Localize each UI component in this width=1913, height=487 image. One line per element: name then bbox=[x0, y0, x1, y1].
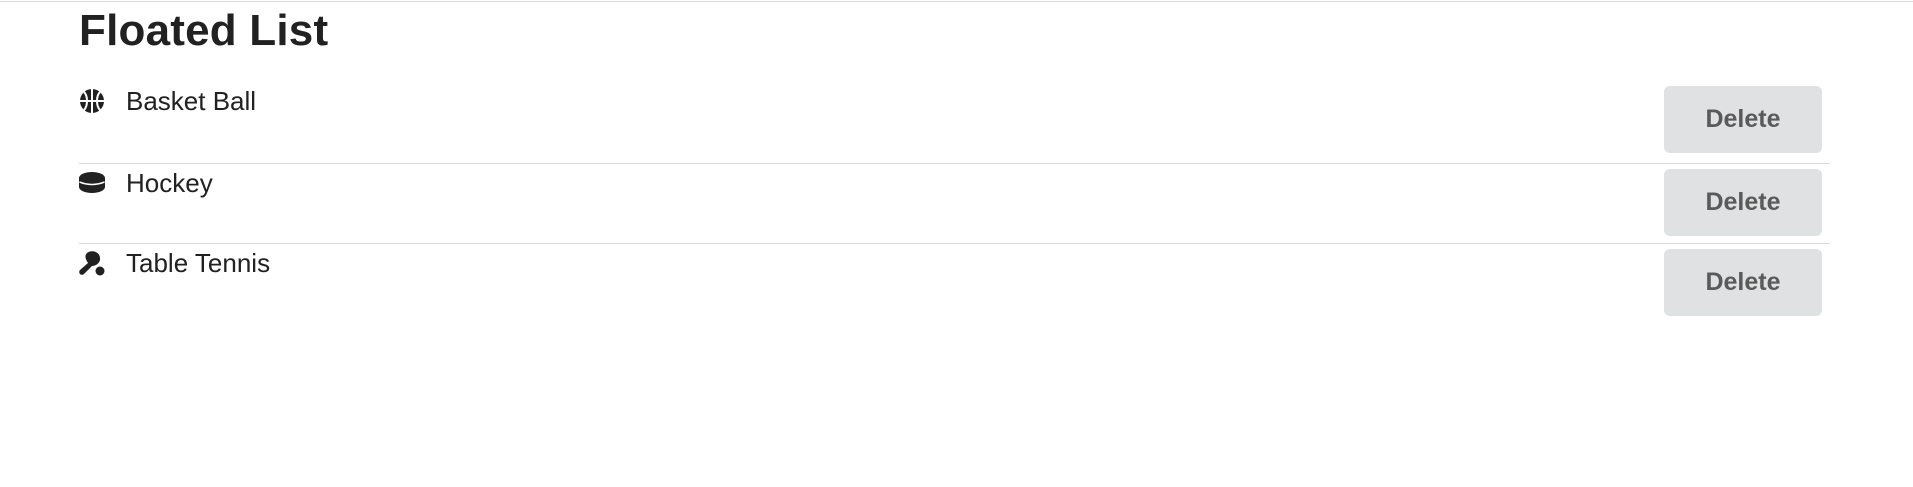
hockey-puck-icon bbox=[79, 170, 105, 196]
floated-list: Basket Ball Delete Hockey Delete Table T… bbox=[79, 83, 1830, 323]
list-item-label: Basket Ball bbox=[126, 86, 257, 116]
list-item-table-tennis: Table Tennis Delete bbox=[79, 243, 1830, 323]
list-item-label: Table Tennis bbox=[126, 248, 271, 278]
list-item-basketball: Basket Ball Delete bbox=[79, 83, 1830, 163]
basketball-icon bbox=[79, 88, 105, 114]
list-item-label: Hockey bbox=[126, 168, 213, 198]
list-item-hockey: Hockey Delete bbox=[79, 163, 1830, 243]
delete-button[interactable]: Delete bbox=[1664, 169, 1822, 236]
table-tennis-icon bbox=[79, 250, 105, 276]
page-container: Floated List Basket Ball Delete Hockey D… bbox=[79, 0, 1830, 323]
page-title: Floated List bbox=[79, 6, 329, 55]
delete-button[interactable]: Delete bbox=[1664, 86, 1822, 153]
delete-button[interactable]: Delete bbox=[1664, 249, 1822, 316]
